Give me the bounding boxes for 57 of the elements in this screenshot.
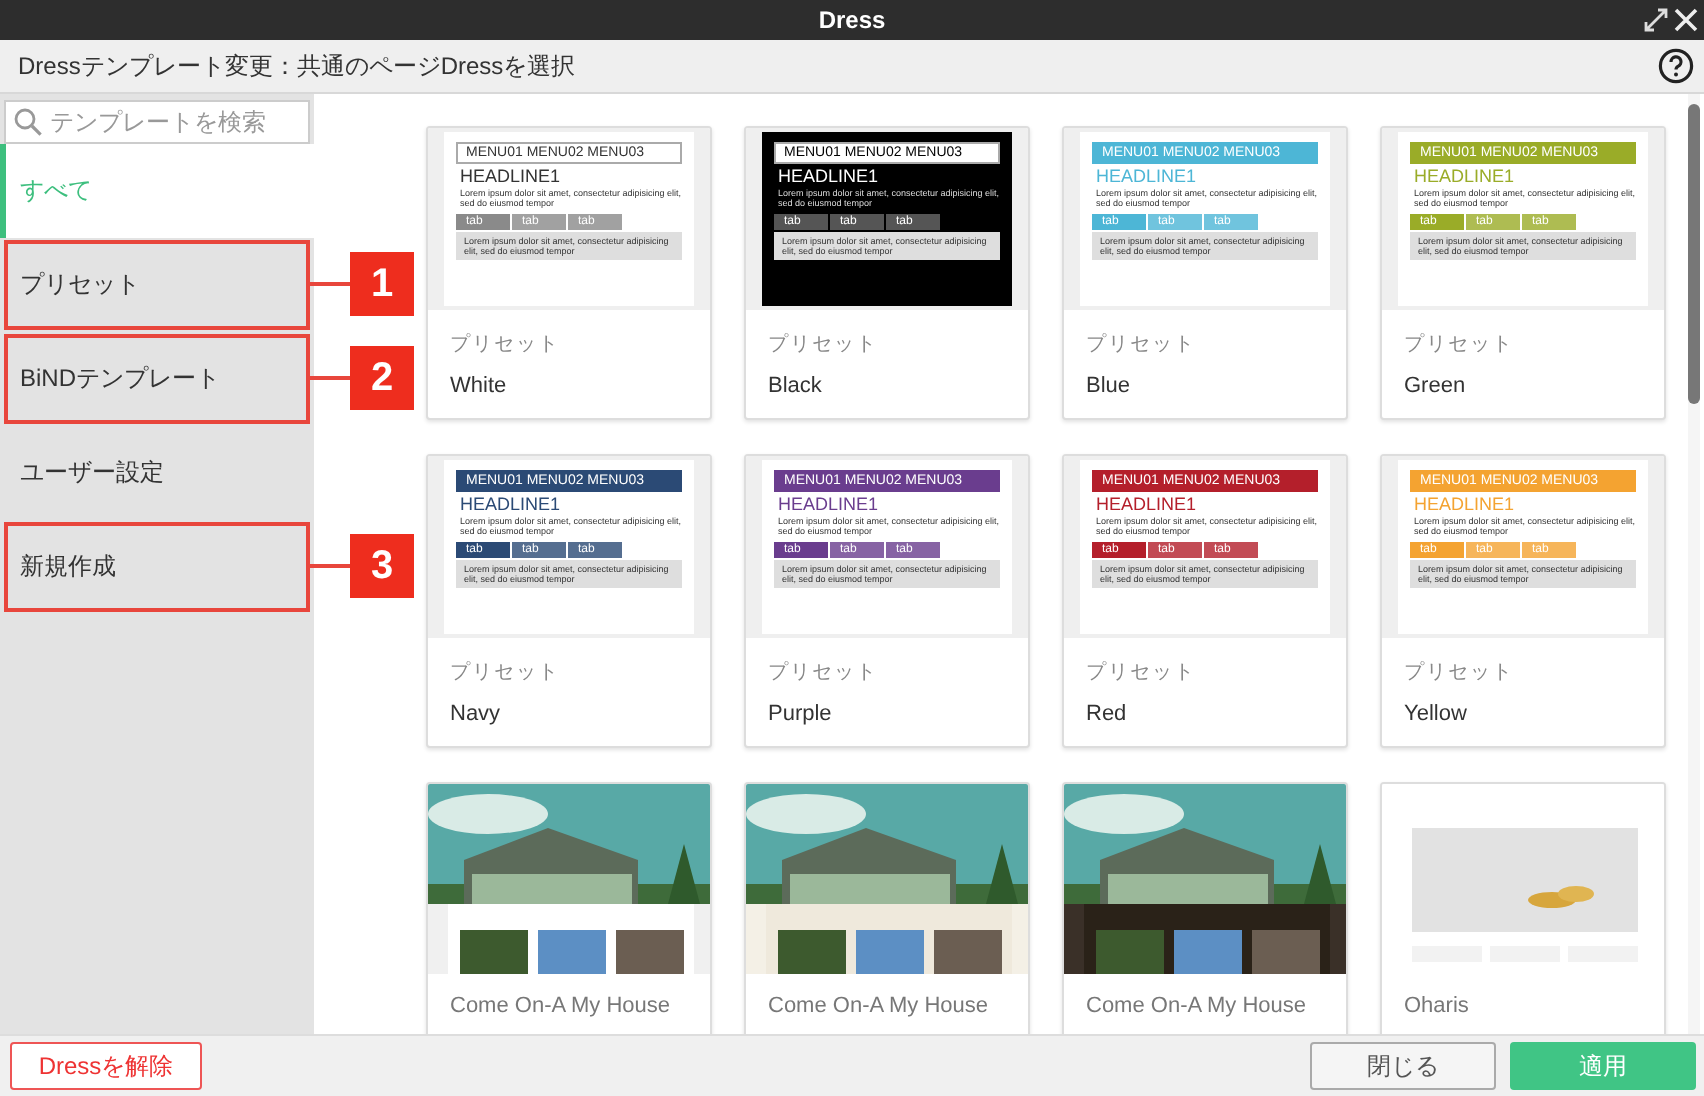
expand-icon[interactable] xyxy=(1644,8,1668,32)
search-field[interactable]: テンプレートを検索 xyxy=(4,100,310,144)
callout-badge: 1 xyxy=(350,252,414,316)
search-icon xyxy=(14,108,42,136)
sidebar-item[interactable]: 新規作成 xyxy=(0,520,314,614)
template-name: Blue xyxy=(1086,374,1133,398)
template-category: Come On-A My House xyxy=(450,994,673,1018)
template-category: プリセット xyxy=(768,659,880,686)
template-category: プリセット xyxy=(1404,331,1516,358)
sidebar-item[interactable]: すべて xyxy=(0,144,314,238)
sidebar-item[interactable]: ユーザー設定 xyxy=(0,426,314,520)
preview-headline: HEADLINE1 xyxy=(1094,494,1199,514)
template-category: プリセット xyxy=(450,659,562,686)
close-icon[interactable] xyxy=(1674,8,1698,32)
preview-headline: HEADLINE1 xyxy=(776,166,881,186)
template-name: Red xyxy=(1086,702,1129,726)
template-card[interactable]: Come On-A My House xyxy=(744,782,1030,1034)
template-card[interactable]: Come On-A My House xyxy=(1062,782,1348,1034)
template-name: Black xyxy=(768,374,824,398)
preview-headline: HEADLINE1 xyxy=(458,494,563,514)
template-category: プリセット xyxy=(768,331,880,358)
template-name: Green xyxy=(1404,374,1468,398)
scrollbar[interactable] xyxy=(1688,94,1700,1034)
template-card[interactable] xyxy=(744,126,1030,420)
remove-dress-button[interactable]: Dressを解除 xyxy=(10,1042,202,1090)
template-category: Come On-A My House xyxy=(1086,994,1309,1018)
template-card[interactable]: Come On-A My House xyxy=(426,782,712,1034)
preview-headline: HEADLINE1 xyxy=(776,494,881,514)
callout-badge: 2 xyxy=(350,346,414,410)
sidebar-item[interactable]: プリセット xyxy=(0,238,314,332)
help-icon[interactable] xyxy=(1658,48,1694,84)
preview-headline: HEADLINE1 xyxy=(1094,166,1199,186)
template-category: Oharis xyxy=(1404,994,1471,1018)
leader-line xyxy=(310,282,350,286)
close-button[interactable]: 閉じる xyxy=(1310,1042,1496,1090)
template-category: Come On-A My House xyxy=(768,994,991,1018)
window-title: Dress xyxy=(818,6,886,34)
leader-line xyxy=(310,376,350,380)
template-category: プリセット xyxy=(450,331,562,358)
template-name: White xyxy=(450,374,509,398)
callout-badge: 3 xyxy=(350,534,414,598)
template-category: プリセット xyxy=(1086,331,1198,358)
template-card[interactable] xyxy=(1062,454,1348,748)
template-card[interactable]: Oharis xyxy=(1380,782,1666,1034)
template-name: Navy xyxy=(450,702,503,726)
preview-headline: HEADLINE1 xyxy=(1412,166,1517,186)
sidebar-item[interactable]: BiNDテンプレート xyxy=(0,332,314,426)
leader-line xyxy=(310,564,350,568)
template-card[interactable] xyxy=(426,454,712,748)
template-name: Purple xyxy=(768,702,834,726)
template-category: プリセット xyxy=(1086,659,1198,686)
preview-headline: HEADLINE1 xyxy=(1412,494,1517,514)
preview-headline: HEADLINE1 xyxy=(458,166,563,186)
template-category: プリセット xyxy=(1404,659,1516,686)
template-name: Yellow xyxy=(1404,702,1469,726)
template-card[interactable] xyxy=(744,454,1030,748)
dialog-heading: Dressテンプレート変更：共通のページDressを選択 xyxy=(18,49,576,83)
